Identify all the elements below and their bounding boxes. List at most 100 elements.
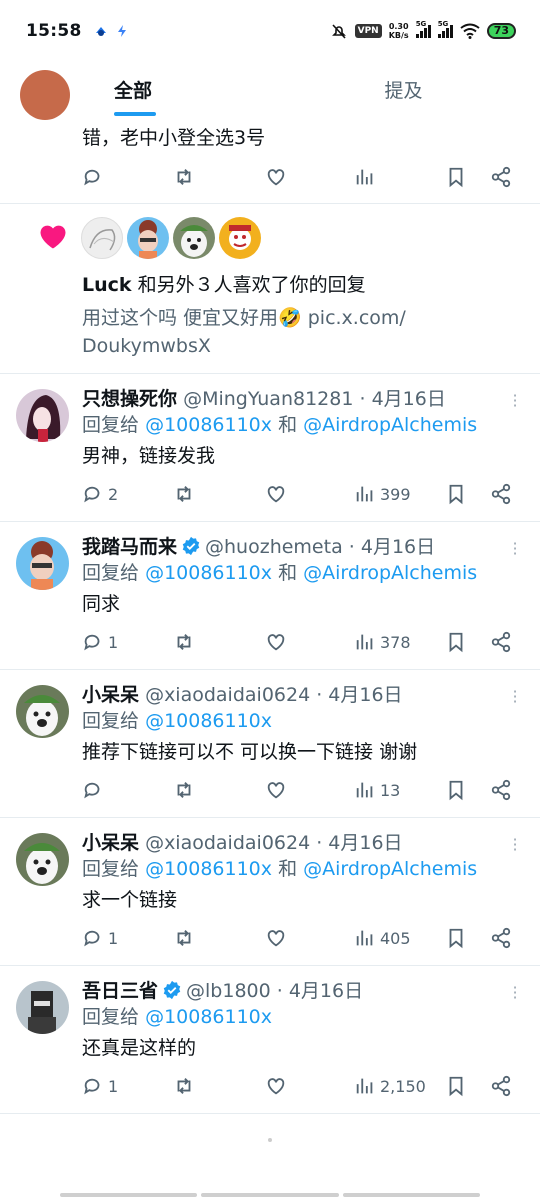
views-button[interactable] — [354, 166, 376, 188]
retweet-button[interactable] — [173, 1075, 195, 1097]
tweet-actions: 13 — [82, 776, 520, 804]
reply-button[interactable] — [82, 166, 104, 188]
mention-link[interactable]: @AirdropAlchemis — [303, 414, 477, 436]
more-options-icon[interactable]: · · · — [512, 536, 518, 562]
more-options-icon[interactable]: · · · — [512, 832, 518, 858]
status-time: 15:58 — [26, 21, 82, 41]
timestamp[interactable]: 4月16日 — [328, 684, 402, 706]
timestamp[interactable]: 4月16日 — [372, 388, 446, 410]
tab-mentions[interactable]: 提及 — [270, 62, 540, 116]
views-button[interactable]: 13 — [354, 779, 400, 801]
mention-link[interactable]: @AirdropAlchemis — [303, 858, 477, 880]
like-button[interactable] — [265, 483, 287, 505]
reply-item[interactable]: 小呆呆 @xiaodaidai0624 · 4月16日 · · · 回复给 @100… — [0, 818, 540, 966]
reply-button[interactable]: 1 — [82, 1075, 118, 1097]
like-button[interactable] — [265, 779, 287, 801]
avatar[interactable] — [16, 685, 69, 738]
app-notification-icon — [95, 27, 106, 36]
views-button[interactable]: 378 — [354, 631, 411, 653]
reply-item[interactable]: 吾日三省 @lb1800 · 4月16日 · · · 回复给 @10086110x 还… — [0, 966, 540, 1114]
retweet-button[interactable] — [173, 166, 195, 188]
reply-button[interactable]: 2 — [82, 483, 118, 505]
liker-avatar-3[interactable] — [173, 217, 215, 259]
home-indicator[interactable] — [60, 1193, 480, 1197]
more-options-icon[interactable]: · · · — [512, 980, 518, 1006]
like-button[interactable] — [265, 1075, 287, 1097]
timestamp[interactable]: 4月16日 — [328, 832, 402, 854]
display-name[interactable]: 小呆呆 — [82, 832, 139, 854]
share-button[interactable] — [490, 166, 512, 188]
share-button[interactable] — [490, 779, 512, 801]
user-handle[interactable]: @huozhemeta — [205, 536, 343, 558]
user-handle[interactable]: @xiaodaidai0624 — [145, 832, 310, 854]
retweet-button[interactable] — [173, 927, 195, 949]
like-notification[interactable]: Luck 和另外３人喜欢了你的回复 用过这个吗 便宜又好用🤣 pic.x.com… — [0, 204, 540, 374]
views-button[interactable]: 399 — [354, 483, 411, 505]
reply-button[interactable]: 1 — [82, 631, 118, 653]
avatar[interactable] — [16, 389, 69, 442]
display-name[interactable]: 吾日三省 — [82, 980, 158, 1002]
liker-avatar-1[interactable] — [81, 217, 123, 259]
retweet-button[interactable] — [173, 631, 195, 653]
retweet-icon — [177, 486, 191, 502]
avatar[interactable] — [16, 537, 69, 590]
mention-link[interactable]: @10086110x — [145, 562, 272, 584]
bookmark-button[interactable] — [445, 1075, 467, 1097]
avatar[interactable] — [16, 981, 69, 1034]
view-count: 405 — [380, 928, 411, 948]
reply-button[interactable]: 1 — [82, 927, 118, 949]
user-handle[interactable]: @MingYuan81281 — [183, 388, 353, 410]
bookmark-button[interactable] — [445, 631, 467, 653]
like-button[interactable] — [265, 631, 287, 653]
mention-link[interactable]: @10086110x — [145, 858, 272, 880]
display-name[interactable]: 只想操死你 — [82, 388, 177, 410]
liker-avatar-4[interactable] — [219, 217, 261, 259]
reply-item[interactable]: 我踏马而来 @huozhemeta · 4月16日 · · · 回复给 @100861… — [0, 522, 540, 670]
user-handle[interactable]: @xiaodaidai0624 — [145, 684, 310, 706]
reply-button[interactable] — [82, 779, 108, 801]
bookmark-button[interactable] — [445, 483, 467, 505]
retweet-button[interactable] — [173, 483, 195, 505]
more-options-icon[interactable]: · · · — [512, 684, 518, 710]
avatar[interactable] — [16, 833, 69, 886]
bookmark-button[interactable] — [445, 927, 467, 949]
mention-link[interactable]: @10086110x — [145, 710, 272, 732]
retweet-button[interactable] — [173, 779, 195, 801]
bookmark-button[interactable] — [445, 779, 467, 801]
share-button[interactable] — [490, 483, 512, 505]
timestamp[interactable]: 4月16日 — [361, 536, 435, 558]
like-button[interactable] — [265, 927, 287, 949]
views-icon — [356, 930, 373, 946]
reply-icon — [84, 169, 100, 186]
share-icon — [491, 927, 511, 949]
like-button[interactable] — [265, 166, 287, 188]
share-button[interactable] — [490, 1075, 512, 1097]
display-name[interactable]: 我踏马而来 — [82, 536, 177, 558]
more-options-icon[interactable]: · · · — [512, 388, 518, 414]
user-handle[interactable]: @lb1800 — [186, 980, 271, 1002]
share-button[interactable] — [490, 927, 512, 949]
retweet-icon — [177, 634, 191, 650]
share-icon — [491, 483, 511, 505]
reply-item[interactable]: 只想操死你 @MingYuan81281 · 4月16日 · · · 回复给 @10… — [0, 374, 540, 522]
liker-name[interactable]: Luck — [82, 274, 132, 296]
views-button[interactable]: 405 — [354, 927, 411, 949]
share-icon — [491, 1075, 511, 1097]
app-notification-icon-2 — [117, 25, 126, 37]
views-icon — [356, 782, 373, 798]
views-button[interactable]: 2,150 — [354, 1075, 426, 1097]
liker-avatar-2[interactable] — [127, 217, 169, 259]
mention-link[interactable]: @AirdropAlchemis — [303, 562, 477, 584]
reply-context: 回复给 @10086110x 和 @AirdropAlchemis — [82, 414, 478, 436]
reply-item[interactable]: 小呆呆 @xiaodaidai0624 · 4月16日 · · · 回复给 @100… — [0, 670, 540, 818]
notification-item[interactable]: 错，老中小登全选3号 — [0, 70, 540, 204]
tweet-text: 还真是这样的 — [82, 1037, 197, 1059]
reply-count: 1 — [108, 632, 119, 652]
avatar[interactable] — [20, 70, 70, 120]
display-name[interactable]: 小呆呆 — [82, 684, 139, 706]
mention-link[interactable]: @10086110x — [145, 1006, 272, 1028]
mention-link[interactable]: @10086110x — [145, 414, 272, 436]
share-button[interactable] — [490, 631, 512, 653]
bookmark-button[interactable] — [445, 166, 467, 188]
timestamp[interactable]: 4月16日 — [289, 980, 363, 1002]
